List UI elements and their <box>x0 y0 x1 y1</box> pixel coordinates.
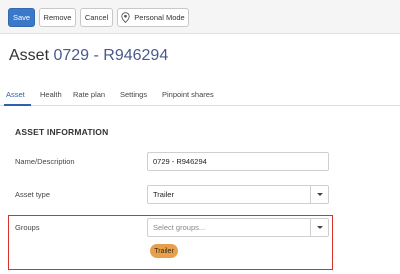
remove-button[interactable]: Remove <box>39 8 76 27</box>
cancel-button[interactable]: Cancel <box>80 8 113 27</box>
page-title: Asset 0729 - R946294 <box>9 47 168 65</box>
name-field[interactable]: 0729 - R946294 <box>147 152 329 171</box>
groups-label: Groups <box>15 223 40 232</box>
active-tab-indicator <box>4 104 31 106</box>
name-label: Name/Description <box>15 157 75 166</box>
name-value: 0729 - R946294 <box>153 157 207 166</box>
asset-type-select[interactable]: Trailer <box>147 185 329 204</box>
tab-pinpoint-shares[interactable]: Pinpoint shares <box>162 90 214 99</box>
section-title: ASSET INFORMATION <box>15 127 109 137</box>
groups-select[interactable]: Select groups... <box>147 218 329 237</box>
tab-health[interactable]: Health <box>40 90 62 99</box>
tab-rate-plan[interactable]: Rate plan <box>73 90 105 99</box>
personal-mode-label: Personal Mode <box>134 13 185 22</box>
tab-bar: Asset Health Rate plan Settings Pinpoint… <box>0 86 400 106</box>
asset-type-value: Trailer <box>153 190 174 199</box>
groups-dropdown-toggle[interactable] <box>310 219 328 236</box>
asset-type-label: Asset type <box>15 190 51 199</box>
asset-id: 0729 - R946294 <box>53 47 169 64</box>
map-pin-icon <box>121 12 130 23</box>
tab-settings[interactable]: Settings <box>120 90 147 99</box>
toolbar: Save Remove Cancel Personal Mode <box>0 0 400 34</box>
page-title-prefix: Asset <box>9 47 50 64</box>
save-button[interactable]: Save <box>8 8 35 27</box>
group-tag-trailer[interactable]: Trailer <box>150 244 178 258</box>
asset-type-dropdown-toggle[interactable] <box>310 186 328 203</box>
chevron-down-icon <box>316 226 323 229</box>
personal-mode-button[interactable]: Personal Mode <box>117 8 189 27</box>
chevron-down-icon <box>316 193 323 196</box>
groups-placeholder: Select groups... <box>153 223 206 232</box>
tab-asset[interactable]: Asset <box>6 90 25 99</box>
